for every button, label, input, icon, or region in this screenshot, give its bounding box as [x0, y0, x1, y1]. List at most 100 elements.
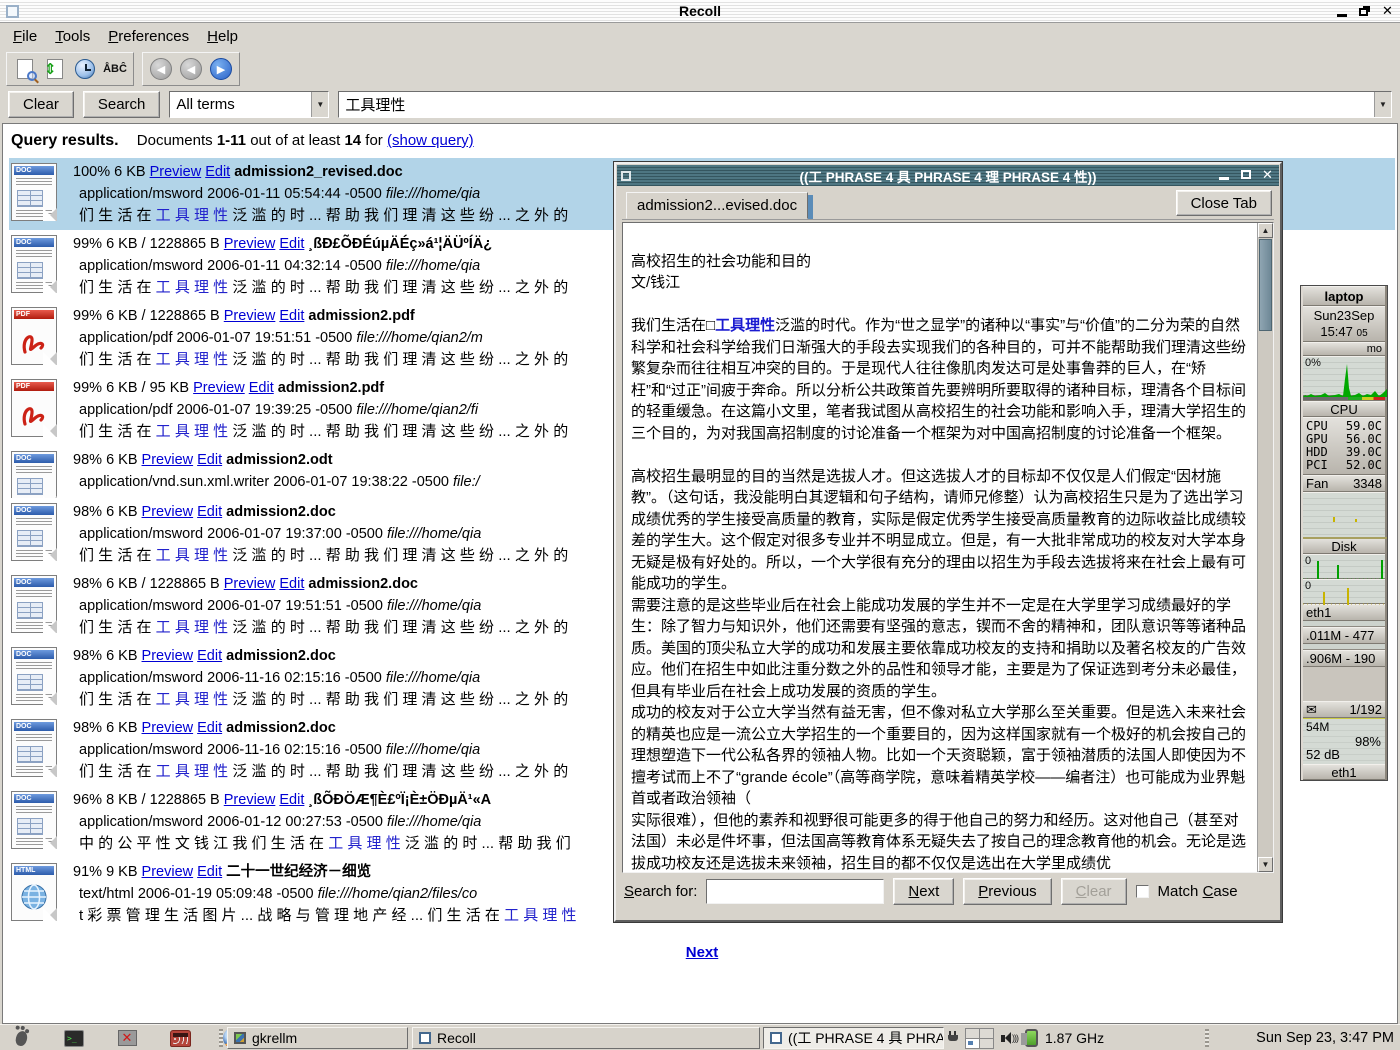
gnome-menu-icon[interactable]	[10, 1027, 32, 1049]
lock-screen-icon[interactable]: ✕	[116, 1027, 138, 1049]
file-icon-fold	[44, 424, 57, 437]
main-titlebar[interactable]: Recoll ✕	[0, 0, 1400, 23]
preview-link[interactable]: Preview	[150, 164, 202, 180]
menu-tools[interactable]: Tools	[46, 26, 99, 47]
preview-maximize-button[interactable]	[1237, 167, 1254, 182]
temperature-row: PCI52.0C	[1306, 459, 1382, 472]
new-search-icon[interactable]	[11, 56, 39, 83]
minimize-button[interactable]	[1333, 3, 1350, 19]
next-page-link[interactable]: Next	[686, 944, 719, 961]
preview-paragraph: 高校招生最明显的目的当然是选拔人才。但这选拔人才的目标却不仅仅是人们假定“因材施…	[631, 466, 1249, 595]
preview-link[interactable]: Preview	[224, 236, 276, 252]
result-url: file:///home/qian2/m	[356, 330, 483, 346]
edit-link[interactable]: Edit	[279, 308, 304, 324]
next-page-link-row: Next	[9, 944, 1395, 961]
edit-link[interactable]: Edit	[197, 504, 222, 520]
workspace-switcher[interactable]	[965, 1028, 994, 1049]
first-page-icon[interactable]: ◀	[147, 56, 175, 83]
scroll-down-icon[interactable]: ▼	[1258, 857, 1273, 872]
gkrellm-monitor[interactable]: laptop Sun23Sep 15:47 05 mo 0% CPU CPU59…	[1300, 285, 1388, 781]
find-clear-button[interactable]: Clear	[1061, 878, 1127, 905]
edit-link[interactable]: Edit	[279, 236, 304, 252]
preview-text[interactable]: 高校招生的社会功能和目的文/钱江 我们生活在□工具理性泛滥的时代。作为“世之显学…	[623, 223, 1257, 872]
edit-link[interactable]: Edit	[279, 792, 304, 808]
task-button-gkrellm[interactable]: gkrellm	[227, 1027, 408, 1049]
cpu-freq-icon[interactable]	[1025, 1029, 1038, 1047]
taskbar-clock: Sun Sep 23, 3:47 PM	[1256, 1025, 1394, 1050]
preview-scrollbar[interactable]: ▲ ▼	[1257, 223, 1273, 872]
dropdown-arrow-icon[interactable]: ▼	[311, 92, 328, 117]
match-case-checkbox[interactable]	[1136, 885, 1149, 898]
terminal-icon[interactable]: >_	[63, 1027, 85, 1049]
snippet-before: 们 生 活 在	[79, 547, 156, 564]
result-size: 6 KB	[106, 452, 141, 468]
preview-link[interactable]: Preview	[142, 452, 194, 468]
edit-link[interactable]: Edit	[249, 380, 274, 396]
close-tab-button[interactable]: Close Tab	[1176, 190, 1272, 216]
clear-button[interactable]: Clear	[8, 91, 74, 118]
close-button[interactable]: ✕	[1379, 3, 1396, 19]
prev-page-icon[interactable]: ◀	[177, 56, 205, 83]
scrollbar-thumb[interactable]	[1259, 239, 1272, 331]
result-url: file:///home/qia	[386, 742, 480, 758]
edit-link[interactable]: Edit	[279, 576, 304, 592]
result-title: admission2.odt	[222, 452, 332, 468]
result-relevance: 98%	[73, 504, 106, 520]
preview-minimize-button[interactable]	[1215, 167, 1232, 182]
result-url: file:///home/qia	[386, 258, 480, 274]
dropdown-arrow-icon[interactable]: ▼	[1374, 92, 1391, 117]
edit-link[interactable]: Edit	[197, 452, 222, 468]
power-plug-icon[interactable]	[948, 1031, 958, 1045]
find-next-button[interactable]: Next	[893, 878, 954, 905]
preview-link[interactable]: Preview	[193, 380, 245, 396]
preview-link[interactable]: Preview	[142, 648, 194, 664]
menu-preferences[interactable]: Preferences	[99, 26, 198, 47]
preview-link[interactable]: Preview	[142, 720, 194, 736]
preview-link[interactable]: Preview	[142, 504, 194, 520]
file-icon-header: PDF	[14, 310, 54, 319]
show-query-link[interactable]: (show query)	[387, 132, 474, 149]
file-icon-fold	[44, 280, 57, 293]
result-title: admission2.pdf	[274, 380, 384, 396]
next-page-icon[interactable]: ▶	[207, 56, 235, 83]
task-button-recoll[interactable]: Recoll	[412, 1027, 760, 1049]
query-input[interactable]: 工具理性 ▼	[338, 91, 1392, 118]
find-previous-button[interactable]: Previous	[963, 878, 1051, 905]
edit-link[interactable]: Edit	[205, 164, 230, 180]
toolbar-group-nav: ◀ ◀ ▶	[142, 52, 240, 86]
edit-link[interactable]: Edit	[197, 648, 222, 664]
menu-file[interactable]: File	[4, 26, 46, 47]
taskbar-handle[interactable]	[1205, 1029, 1209, 1047]
find-input[interactable]	[706, 879, 884, 904]
preview-tab[interactable]: admission2...evised.doc	[626, 192, 808, 219]
preview-link[interactable]: Preview	[142, 864, 194, 880]
search-mode-select[interactable]: All terms ▼	[169, 91, 329, 118]
edit-link[interactable]: Edit	[197, 720, 222, 736]
preview-link[interactable]: Preview	[224, 576, 276, 592]
file-icon-doc: DOC	[11, 235, 57, 293]
snippet-after: 泛 滥 的 时 ... 帮 助 我 们 理 清 这 些 纷 ... 之 外 的	[228, 547, 568, 564]
preview-close-button[interactable]: ✕	[1259, 167, 1276, 182]
scroll-up-icon[interactable]: ▲	[1258, 223, 1273, 238]
restore-button[interactable]	[1356, 3, 1373, 19]
preview-find-bar: Search for: Next Previous Clear Match Ca…	[616, 873, 1280, 909]
taskbar-handle[interactable]	[219, 1029, 223, 1047]
menu-help[interactable]: Help	[198, 26, 247, 47]
gkrellm-bottom-label: eth1	[1303, 764, 1385, 780]
search-button[interactable]: Search	[83, 91, 161, 118]
preview-text-run: 高校招生最明显的目的当然是选拔人才。但这选拔人才的目标却不仅仅是人们假定“因材施…	[631, 468, 1246, 593]
preview-link[interactable]: Preview	[224, 792, 276, 808]
snippet-before: 们 生 活 在	[79, 763, 156, 780]
task-button-preview[interactable]: ((工 PHRASE 4 具 PHRASE ...	[763, 1027, 944, 1049]
preview-link[interactable]: Preview	[224, 308, 276, 324]
preview-window-title: ((工 PHRASE 4 具 PHRASE 4 理 PHRASE 4 性))	[617, 166, 1279, 186]
sort-by-date-icon[interactable]: ⇕	[41, 56, 69, 83]
typewriter-icon[interactable]	[169, 1027, 191, 1049]
preview-titlebar[interactable]: ((工 PHRASE 4 具 PHRASE 4 理 PHRASE 4 性)) ✕	[617, 165, 1279, 186]
edit-link[interactable]: Edit	[197, 864, 222, 880]
result-relevance: 96%	[73, 792, 106, 808]
history-clock-icon[interactable]	[71, 56, 99, 83]
term-explorer-icon[interactable]: ÅBĈ	[101, 56, 129, 83]
volume-icon[interactable]: )))	[1001, 1032, 1018, 1044]
snippet-highlight: 工 具 理 性	[156, 207, 229, 224]
